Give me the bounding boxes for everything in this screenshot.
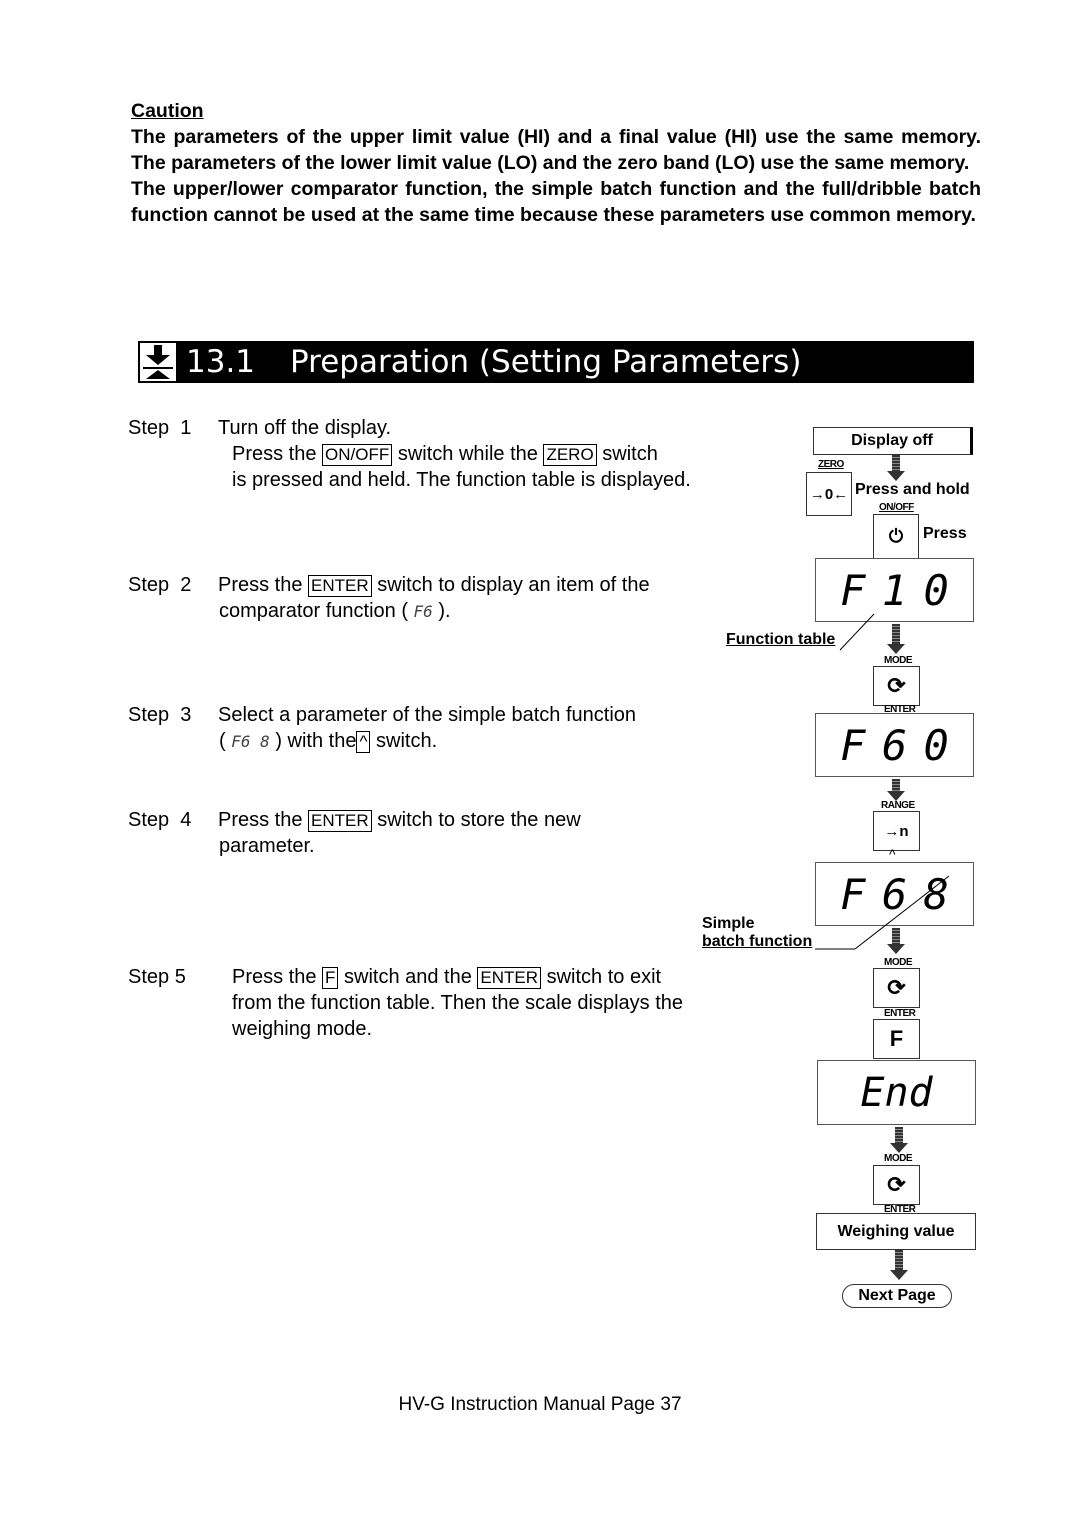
display-digit: 6 <box>881 720 908 770</box>
mode-key-cycle-icon: ⟳ <box>873 1165 920 1205</box>
step-text: switch <box>602 443 658 465</box>
mode-label: MODE <box>884 957 913 968</box>
step-4-line2: parameter. <box>219 835 315 857</box>
step-text: switch. <box>376 730 438 752</box>
mode-key-cycle-icon: ⟳ <box>873 666 920 706</box>
next-page-label: Next Page <box>842 1284 952 1308</box>
section-number: 13.1 <box>186 344 256 380</box>
down-arrow-icon <box>890 1127 908 1153</box>
down-arrow-icon <box>887 928 905 954</box>
enter-key-label: ENTER <box>308 810 372 832</box>
step-text: switch to store the new <box>377 809 581 831</box>
step-label: Step 3 <box>128 704 192 726</box>
down-arrow-icon <box>890 1250 908 1280</box>
display-end: End <box>817 1060 976 1125</box>
weighing-down-arrow-icon <box>140 343 176 381</box>
step-label: Step 4 <box>128 809 192 831</box>
step-text: ( <box>219 730 226 752</box>
step-5-line2: from the function table. Then the scale … <box>232 992 684 1014</box>
step-text: Press the <box>218 809 303 831</box>
down-arrow-icon <box>887 455 905 481</box>
weighing-value-box: Weighing value <box>816 1213 976 1250</box>
press-and-hold-label: Press and hold <box>855 481 970 498</box>
display-f6-0: F 6 0 <box>815 713 974 777</box>
step-5-line3: weighing mode. <box>232 1018 373 1040</box>
display-off-box: Display off <box>813 427 973 455</box>
enter-key-label: ENTER <box>477 967 542 989</box>
step-text: Press the <box>232 443 317 465</box>
mode-label: MODE <box>884 655 913 666</box>
section-title: Preparation (Setting Parameters) <box>290 344 802 380</box>
step-text: switch and the <box>344 966 472 988</box>
mode-label: MODE <box>884 1153 913 1164</box>
step-3-line2: ( F6 8 ) with the ^ switch. <box>219 728 437 755</box>
enter-label: ENTER <box>884 1008 916 1019</box>
f-key-label: F <box>322 967 339 989</box>
up-caret: ^ <box>889 846 896 862</box>
manual-page: Caution The parameters of the upper limi… <box>0 0 1080 1528</box>
caution-title: Caution <box>131 100 204 122</box>
f-key-icon: F <box>873 1019 920 1059</box>
step-text: comparator function ( <box>219 600 408 622</box>
step-5: Step 5 Press the F switch and the ENTER s… <box>128 964 661 990</box>
up-key-label: ^ <box>356 731 371 753</box>
onoff-key-label: ON/OFF <box>322 444 393 466</box>
step-label: Step 5 <box>128 966 186 988</box>
simple-batch-label: batch function <box>702 933 813 950</box>
pointer-line <box>839 613 875 651</box>
zero-key-label: ZERO <box>543 444 597 466</box>
range-key-icon: →n <box>873 811 920 851</box>
caution-paragraph: The upper/lower comparator function, the… <box>131 178 981 226</box>
caution-paragraph: The parameters of the upper limit value … <box>131 126 981 174</box>
step-text: Select a parameter of the simple batch f… <box>218 704 637 726</box>
onoff-label: ON/OFF <box>879 502 914 513</box>
mode-key-cycle-icon: ⟳ <box>873 968 920 1008</box>
function-table-label: Function table <box>726 631 836 648</box>
display-digit: 0 <box>923 720 949 770</box>
step-text: switch while the <box>397 443 538 465</box>
display-digit: 1 <box>881 565 908 615</box>
step-2: Step 2 Press the ENTER switch to display … <box>128 572 650 598</box>
zero-label: ZERO <box>818 459 844 470</box>
page-footer: HV-G Instruction Manual Page 37 <box>398 1394 682 1415</box>
step-1: Step 1 Turn off the display. <box>128 415 391 441</box>
step-1-line2: Press the ON/OFF switch while the ZERO s… <box>232 441 658 467</box>
segment-display-text: F6 <box>413 602 433 621</box>
display-digit: F <box>840 720 866 770</box>
display-digit: 0 <box>923 565 949 615</box>
step-text: Turn off the display. <box>218 417 392 439</box>
simple-batch-label: Simple <box>702 915 755 932</box>
step-1-line3: is pressed and held. The function table … <box>232 469 691 491</box>
section-heading: 13.1 Preparation (Setting Parameters) <box>138 341 974 383</box>
step-text: Press the <box>218 574 303 596</box>
step-label: Step 2 <box>128 574 192 596</box>
down-arrow-icon <box>887 624 905 654</box>
caution-block: Caution The parameters of the upper limi… <box>131 98 981 228</box>
display-digit: F <box>840 565 866 615</box>
range-label: RANGE <box>881 800 915 811</box>
step-label: Step 1 <box>128 417 192 439</box>
segment-display-text: F6 8 <box>231 732 270 751</box>
pointer-line <box>815 875 950 950</box>
step-text: switch to display an item of the <box>377 574 650 596</box>
step-text: ). <box>438 600 451 622</box>
step-text: ) with the <box>275 730 357 752</box>
zero-key-icon: →0← <box>806 472 852 516</box>
power-key-icon: ⏻ <box>873 514 919 559</box>
step-text: switch to exit <box>546 966 662 988</box>
enter-key-label: ENTER <box>308 575 372 597</box>
step-3: Step 3 Select a parameter of the simple b… <box>128 702 636 728</box>
press-label: Press <box>923 525 967 542</box>
step-2-line2: comparator function ( F6 ). <box>219 598 451 625</box>
step-4: Step 4 Press the ENTER switch to store th… <box>128 807 581 833</box>
down-arrow-icon <box>887 779 905 801</box>
step-text: Press the <box>232 966 317 988</box>
